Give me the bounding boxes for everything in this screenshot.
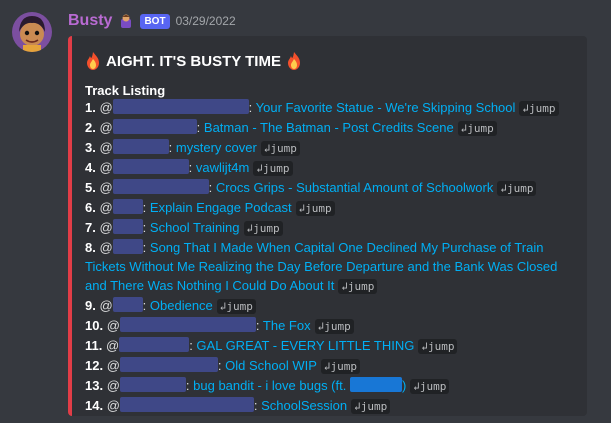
track-listing-heading: Track Listing [85,83,166,98]
jump-link[interactable]: ↲jump [457,121,497,136]
jump-link[interactable]: ↲jump [338,279,378,294]
embed-card: AIGHT. IT'S BUSTY TIME Track Listing 1. … [68,36,587,416]
track-item: 14. @: SchoolSession ↲jump [85,396,575,416]
user-mention[interactable]: @ [107,357,218,373]
user-mention[interactable]: @ [106,337,190,353]
track-item: 1. @: Your Favorite Statue - We're Skipp… [85,98,575,118]
track-number: 9. [85,298,96,313]
track-number: 1. [85,100,96,115]
person-emoji-icon [118,13,134,29]
jump-link[interactable]: ↲jump [519,101,559,116]
redacted-username [112,179,209,194]
jump-link[interactable]: ↲jump [351,399,391,414]
embed-title: AIGHT. IT'S BUSTY TIME [85,52,302,70]
track-item: 6. @: Explain Engage Podcast ↲jump [85,198,575,218]
jump-link[interactable]: ↲jump [314,319,354,334]
track-item: 3. @: mystery cover ↲jump [85,138,575,158]
track-item: 10. @: The Fox ↲jump [85,316,575,336]
jump-link[interactable]: ↲jump [418,339,458,354]
redacted-featured-artist [349,377,402,392]
track-number: 5. [85,180,96,195]
redacted-username [112,159,189,174]
track-item: 5. @: Crocs Grips - Substantial Amount o… [85,178,575,198]
user-mention[interactable]: @ [99,199,143,215]
fire-emoji-icon [85,52,101,70]
track-number: 6. [85,200,96,215]
track-item: 4. @: vawlijt4m ↲jump [85,158,575,178]
user-mention[interactable]: @ [107,377,186,393]
track-link[interactable]: Crocs Grips - Substantial Amount of Scho… [216,180,493,195]
redacted-username [112,139,169,154]
jump-link[interactable]: ↲jump [243,221,283,236]
track-item: 2. @: Batman - The Batman - Post Credits… [85,118,575,138]
track-item: 7. @: School Training ↲jump [85,218,575,238]
user-mention[interactable]: @ [99,297,143,313]
track-number: 10. [85,318,104,333]
username[interactable]: Busty [68,12,112,30]
track-link[interactable]: Obedience [150,298,213,313]
track-number: 13. [85,378,104,393]
track-link[interactable]: vawlijt4m [196,160,249,175]
user-mention[interactable]: @ [99,239,143,255]
redacted-username [119,317,256,332]
user-mention[interactable]: @ [99,179,209,195]
redacted-username [112,119,197,134]
user-mention[interactable]: @ [99,99,249,115]
redacted-username [119,337,190,352]
track-link[interactable]: Old School WIP [225,358,317,373]
track-item: 8. @: Song That I Made When Capital One … [85,239,558,294]
track-item: 13. @: bug bandit - i love bugs (ft. ) ↲j… [85,376,575,396]
jump-link[interactable]: ↲jump [216,299,256,314]
track-list: 1. @: Your Favorite Statue - We're Skipp… [85,98,575,416]
bot-tag: BOT [140,13,170,29]
user-mention[interactable]: @ [99,139,169,155]
track-item: 11. @: GAL GREAT - EVERY LITTLE THING ↲ju… [85,336,575,356]
track-link[interactable]: Your Favorite Statue - We're Skipping Sc… [256,100,516,115]
track-link[interactable]: School Training [150,220,240,235]
avatar[interactable] [12,12,52,52]
jump-link[interactable]: ↲jump [253,161,293,176]
timestamp: 03/29/2022 [175,14,236,28]
user-mention[interactable]: @ [99,219,143,235]
redacted-username [119,397,254,412]
track-link[interactable]: Batman - The Batman - Post Credits Scene [204,120,454,135]
track-number: 4. [85,160,96,175]
redacted-username [112,199,143,214]
fire-emoji-icon [286,52,302,70]
track-number: 14. [85,398,104,413]
redacted-username [112,239,143,254]
jump-link[interactable]: ↲jump [320,359,361,374]
jump-link[interactable]: ↲jump [410,379,450,394]
jump-link[interactable]: ↲jump [260,141,300,156]
track-number: 8. [85,240,96,255]
track-number: 3. [85,140,96,155]
track-item: 12. @: Old School WIP ↲jump [85,356,575,376]
track-link[interactable]: bug bandit - i love bugs (ft. ) [193,377,406,393]
message-header: Busty BOT 03/29/2022 [68,11,236,31]
redacted-username [119,377,186,392]
track-link[interactable]: Song That I Made When Capital One Declin… [85,240,557,293]
redacted-username [112,99,249,114]
jump-link[interactable]: ↲jump [295,201,335,216]
track-link[interactable]: mystery cover [176,140,257,155]
track-item: 9. @: Obedience ↲jump [85,296,575,316]
redacted-username [112,297,143,312]
track-number: 2. [85,120,96,135]
user-mention[interactable]: @ [99,119,197,135]
track-link[interactable]: SchoolSession [261,398,347,413]
track-link[interactable]: GAL GREAT - EVERY LITTLE THING [196,338,414,353]
redacted-username [119,357,218,372]
jump-link[interactable]: ↲jump [497,181,537,196]
redacted-username [112,219,143,234]
embed-title-text: AIGHT. IT'S BUSTY TIME [106,52,281,70]
user-mention[interactable]: @ [99,159,189,175]
track-number: 12. [85,358,104,373]
track-number: 11. [85,338,103,353]
track-link[interactable]: Explain Engage Podcast [150,200,292,215]
track-link[interactable]: The Fox [263,318,311,333]
user-mention[interactable]: @ [107,317,256,333]
track-number: 7. [85,220,96,235]
user-mention[interactable]: @ [107,397,254,413]
